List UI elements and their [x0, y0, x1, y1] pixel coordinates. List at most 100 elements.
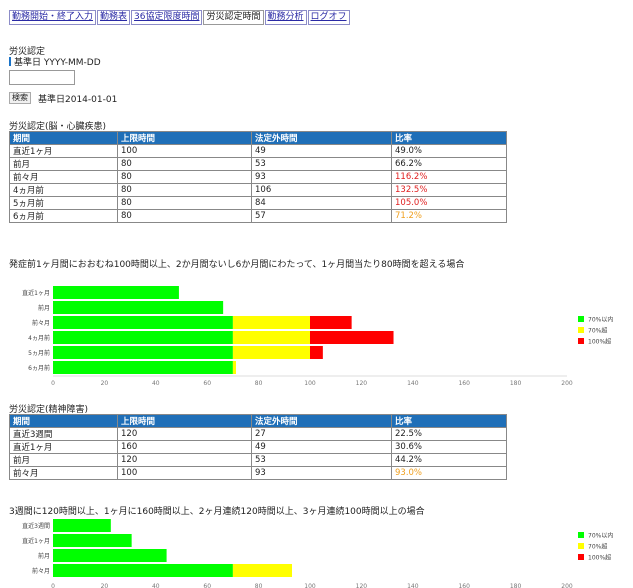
bar-segment: [232, 331, 310, 344]
x-tick-label: 140: [407, 583, 419, 588]
bar-segment: [53, 534, 132, 547]
category-label: 直近1ヶ月: [22, 537, 50, 545]
table-row: 6ヵ月前 80 57 71.2%: [9, 209, 507, 223]
bar-segment: [53, 286, 179, 299]
x-tick-label: 120: [356, 380, 368, 387]
legend-label: 70%以内: [588, 316, 613, 324]
x-tick-label: 60: [203, 583, 211, 588]
category-label: 6ヵ月前: [28, 364, 50, 372]
col-header: 法定外時間: [251, 131, 392, 145]
table-header-row: 期間 上限時間 法定外時間 比率: [9, 131, 507, 145]
x-tick-label: 0: [51, 583, 55, 588]
legend-label: 100%超: [588, 338, 611, 346]
overtime-cell: 27: [251, 427, 392, 441]
period-cell: 直近1ヶ月: [9, 144, 118, 158]
chart-mental-disorder: 直近3週間直近1ヶ月前月前々月 0 20 40 60 80 100 120 140 160 180 2…: [22, 519, 613, 588]
tab-timesheet[interactable]: 勤務表: [97, 10, 131, 25]
period-cell: 直近3週間: [9, 427, 118, 441]
overtime-cell: 93: [251, 170, 392, 184]
overtime-cell: 57: [251, 209, 392, 223]
ref-date-label-row: 基準日 YYYY-MM-DD: [9, 55, 101, 68]
category-label: 直近1ヶ月: [22, 289, 50, 297]
tab-work-analysis[interactable]: 勤務分析: [264, 10, 307, 25]
limit-cell: 100: [117, 466, 252, 480]
overtime-cell: 49: [251, 440, 392, 454]
category-label: 5ヵ月前: [28, 349, 50, 357]
bar-segment: [232, 564, 293, 577]
bar-segment: [53, 549, 167, 562]
limit-cell: 80: [117, 183, 252, 197]
tab-work-start-end[interactable]: 勤務開始・終了入力: [9, 10, 97, 25]
ref-date-label: 基準日 YYYY-MM-DD: [14, 58, 101, 68]
limit-cell: 160: [117, 440, 252, 454]
col-header: 比率: [391, 414, 507, 428]
overtime-cell: 84: [251, 196, 392, 210]
ratio-cell: 49.0%: [391, 144, 507, 158]
table-row: 5ヵ月前 80 84 105.0%: [9, 196, 507, 210]
x-tick-label: 80: [255, 380, 263, 387]
x-tick-label: 20: [101, 380, 109, 387]
ref-date-input[interactable]: [9, 70, 75, 85]
legend-swatch: [578, 327, 584, 333]
ratio-cell: 105.0%: [391, 196, 507, 210]
period-cell: 前月: [9, 157, 118, 171]
section2-table: 期間 上限時間 法定外時間 比率 直近3週間 120 27 22.5% 直近1ヶ月 160…: [9, 414, 507, 480]
ratio-cell: 66.2%: [391, 157, 507, 171]
period-cell: 前月: [9, 453, 118, 467]
col-header: 上限時間: [117, 414, 252, 428]
ratio-cell: 93.0%: [391, 466, 507, 480]
bar-segment: [310, 346, 323, 359]
limit-cell: 120: [117, 453, 252, 467]
x-tick-label: 180: [510, 583, 522, 588]
x-tick-label: 60: [203, 380, 211, 387]
x-tick-label: 100: [304, 583, 316, 588]
ratio-cell: 44.2%: [391, 453, 507, 467]
bar-segment: [53, 346, 233, 359]
bar-segment: [53, 301, 224, 314]
x-tick-label: 180: [510, 380, 522, 387]
category-label: 4ヵ月前: [28, 334, 50, 342]
period-cell: 前々月: [9, 466, 118, 480]
bar-segment: [310, 316, 352, 329]
table-row: 直近1ヶ月 160 49 30.6%: [9, 440, 507, 454]
limit-cell: 80: [117, 170, 252, 184]
chart-brain-heart: 直近1ヶ月前月前々月 4ヵ月前 5ヵ月前 6ヵ月前 0 20 40 60 80 100 120 140…: [22, 286, 613, 387]
category-label: 前々月: [32, 567, 50, 575]
tab-logoff[interactable]: ログオフ: [307, 10, 350, 25]
overtime-cell: 53: [251, 453, 392, 467]
x-tick-label: 80: [255, 583, 263, 588]
period-cell: 5ヵ月前: [9, 196, 118, 210]
x-tick-label: 140: [407, 380, 419, 387]
table-row: 前々月 100 93 93.0%: [9, 466, 507, 480]
bar-segment: [53, 361, 233, 374]
x-tick-label: 200: [561, 380, 573, 387]
tab-workers-comp[interactable]: 労災認定時間: [203, 10, 264, 25]
overtime-cell: 106: [251, 183, 392, 197]
bar-segment: [310, 331, 394, 344]
table-row: 4ヵ月前 80 106 132.5%: [9, 183, 507, 197]
x-tick-label: 120: [356, 583, 368, 588]
table-row: 前月 80 53 66.2%: [9, 157, 507, 171]
search-button[interactable]: 検索: [9, 92, 31, 104]
legend-swatch: [578, 554, 584, 560]
period-cell: 6ヵ月前: [9, 209, 118, 223]
legend-label: 100%超: [588, 554, 611, 562]
table-row: 前月 120 53 44.2%: [9, 453, 507, 467]
table-row: 直近1ヶ月 100 49 49.0%: [9, 144, 507, 158]
tab-36-agreement[interactable]: 36協定限度時間: [131, 10, 203, 25]
limit-cell: 100: [117, 144, 252, 158]
limit-cell: 80: [117, 209, 252, 223]
legend-swatch: [578, 338, 584, 344]
bar-segment: [232, 346, 310, 359]
category-label: 前月: [38, 304, 50, 312]
bar-segment: [53, 331, 233, 344]
legend-label: 70%超: [588, 543, 607, 551]
overtime-cell: 93: [251, 466, 392, 480]
col-header: 上限時間: [117, 131, 252, 145]
period-cell: 直近1ヶ月: [9, 440, 118, 454]
nav-tabs: 勤務開始・終了入力 勤務表 36協定限度時間 労災認定時間 勤務分析 ログオフ: [9, 10, 351, 25]
period-cell: 4ヵ月前: [9, 183, 118, 197]
section1-table: 期間 上限時間 法定外時間 比率 直近1ヶ月 100 49 49.0% 前月 80 53 66…: [9, 131, 507, 223]
table-row: 前々月 80 93 116.2%: [9, 170, 507, 184]
limit-cell: 80: [117, 157, 252, 171]
